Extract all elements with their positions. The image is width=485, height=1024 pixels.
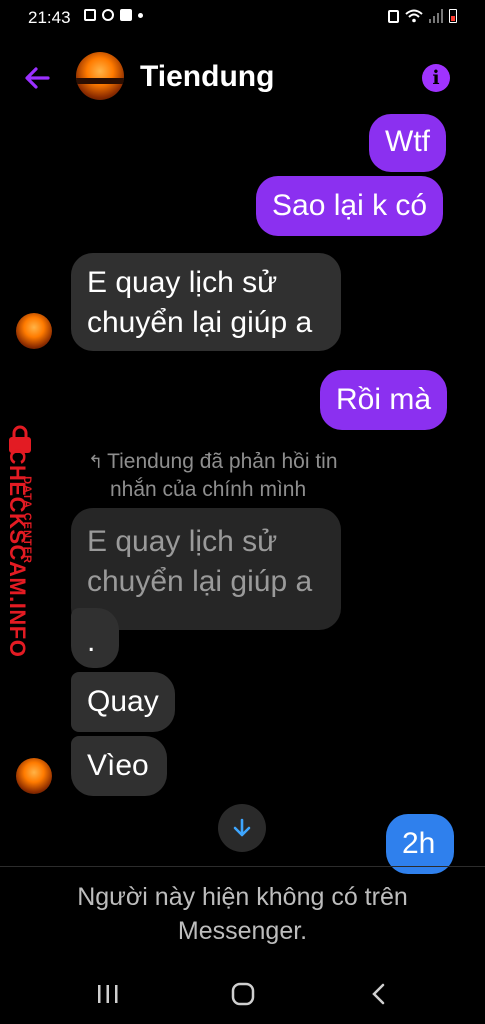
unavailable-notice: Người này hiện không có trên Messenger. (40, 880, 445, 948)
message-text-line: E quay lịch sử (87, 525, 278, 558)
more-notifications-icon (138, 12, 143, 18)
sender-avatar[interactable] (16, 758, 52, 794)
status-system-icons (388, 9, 457, 23)
message-bubble-outgoing[interactable]: Wtf (369, 114, 446, 172)
sender-avatar[interactable] (16, 313, 52, 349)
message-bubble-incoming[interactable]: Quay (71, 672, 175, 732)
alarm-icon (388, 9, 399, 23)
message-text: Wtf (385, 125, 430, 158)
message-text: Vìeo (87, 749, 149, 782)
scroll-to-bottom-button[interactable] (218, 804, 266, 852)
reply-label-line: Tiendung đã phản hồi tin (107, 450, 338, 473)
message-text: . (87, 625, 96, 658)
message-text-line: chuyển lại giúp a (87, 306, 313, 339)
divider (0, 866, 485, 867)
signal-icon (429, 9, 443, 23)
message-bubble-incoming[interactable]: Vìeo (71, 736, 167, 796)
home-button[interactable] (226, 972, 260, 1016)
contact-name[interactable]: Tiendung (140, 60, 274, 94)
message-bubble-incoming[interactable]: . (71, 608, 119, 668)
back-arrow-icon[interactable] (22, 62, 54, 94)
watermark: CHECKSCAM.INFO DATA CENTER (4, 424, 52, 660)
reply-arrow-icon: ↰ (88, 452, 104, 472)
message-bubble-outgoing[interactable]: 2h (386, 814, 454, 874)
message-bubble-outgoing[interactable]: Rồi mà (320, 370, 448, 430)
wifi-icon (405, 9, 423, 23)
status-notification-icons (84, 9, 143, 21)
message-bubble-incoming[interactable]: E quay lịch sử chuyển lại giúp a (71, 253, 341, 351)
reply-label: ↰ Tiendung đã phản hồi tin nhắn của chính… (88, 448, 398, 504)
watermark-subtext: DATA CENTER (21, 476, 33, 564)
recent-apps-button[interactable] (92, 972, 124, 1016)
message-text: Sao lại k có (272, 189, 428, 222)
gallery-icon (84, 9, 96, 21)
quoted-message-bubble[interactable]: E quay lịch sử chuyển lại giúp a (71, 508, 341, 630)
message-text: 2h (402, 827, 436, 860)
message-text-line: chuyển lại giúp a (87, 565, 313, 598)
message-text: Rồi mà (336, 383, 432, 416)
notice-line: Messenger. (177, 917, 308, 945)
message-bubble-outgoing[interactable]: Sao lại k có (256, 176, 444, 236)
folder-icon (120, 9, 132, 21)
home-icon (231, 982, 255, 1006)
message-text: Quay (87, 685, 159, 718)
reply-label-line: nhắn của chính mình (110, 478, 307, 501)
system-back-button[interactable] (362, 972, 396, 1016)
battery-icon (449, 9, 457, 23)
message-text-line: E quay lịch sử (87, 266, 278, 299)
chevron-left-icon (372, 983, 385, 1005)
recent-apps-icon (98, 985, 118, 1003)
contact-avatar[interactable] (76, 52, 124, 100)
messenger-notification-icon (102, 9, 114, 21)
info-icon[interactable]: i (422, 64, 450, 92)
status-time: 21:43 (28, 8, 71, 27)
arrow-down-icon (233, 818, 251, 837)
notice-line: Người này hiện không có trên (77, 883, 408, 911)
